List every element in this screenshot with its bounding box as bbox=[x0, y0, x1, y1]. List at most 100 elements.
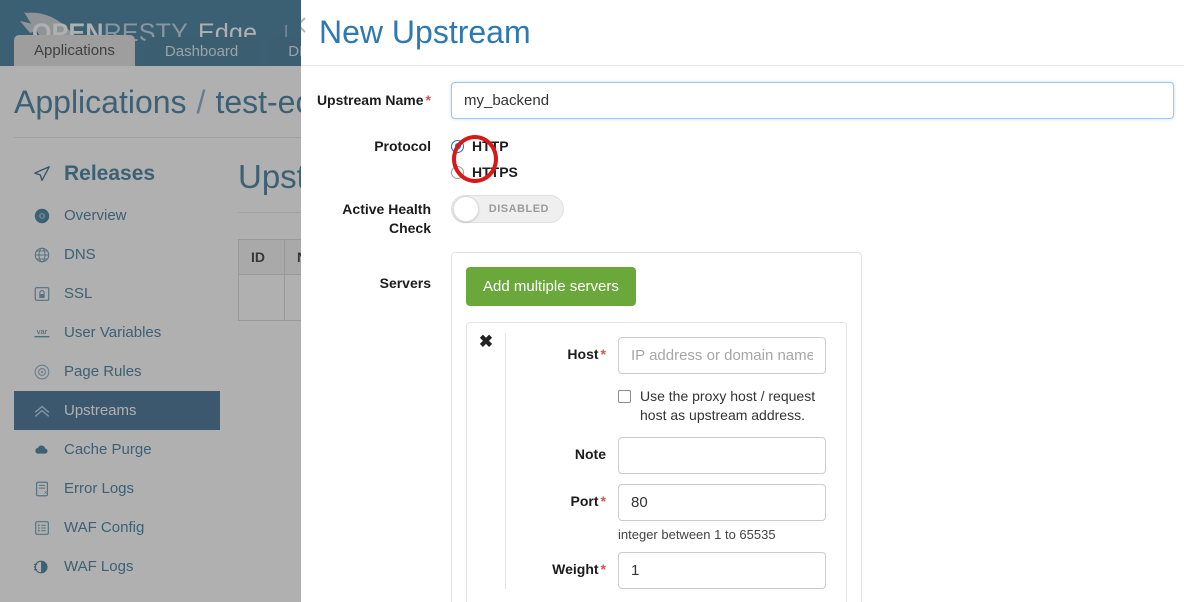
var-icon: var bbox=[32, 323, 52, 343]
sidebar-item-page-rules[interactable]: Page Rules bbox=[14, 352, 220, 391]
close-icon bbox=[301, 14, 309, 36]
port-label-text: Port bbox=[570, 493, 599, 509]
breadcrumb-separator: / bbox=[196, 84, 206, 120]
field-row-host: Host * bbox=[506, 337, 836, 374]
field-row-weight: Weight * bbox=[506, 552, 836, 589]
lock-certificate-icon bbox=[32, 284, 52, 304]
sidebar-item-cache-purge[interactable]: Cache Purge bbox=[14, 430, 220, 469]
sidebar-item-releases[interactable]: Releases bbox=[14, 152, 220, 196]
field-row-proxy-host-checkbox: Use the proxy host / request host as ups… bbox=[506, 384, 836, 427]
sidebar-item-upstreams[interactable]: Upstreams bbox=[14, 391, 220, 430]
toggle-knob bbox=[453, 196, 479, 222]
sidebar-label-error-logs: Error Logs bbox=[64, 480, 135, 497]
modal-close-button[interactable] bbox=[301, 2, 319, 48]
note-control bbox=[618, 437, 836, 474]
globe-icon bbox=[32, 245, 52, 265]
protocol-option-http[interactable]: HTTP bbox=[451, 133, 1174, 159]
servers-label: Servers bbox=[379, 275, 431, 291]
document-error-icon: x bbox=[32, 479, 52, 499]
port-hint: integer between 1 to 65535 bbox=[618, 527, 776, 542]
host-control bbox=[618, 337, 836, 374]
weight-input[interactable] bbox=[618, 552, 826, 589]
servers-box: Add multiple servers ✖ Host * IP address… bbox=[451, 252, 862, 602]
port-input[interactable] bbox=[618, 484, 826, 521]
sidebar-label-overview: Overview bbox=[64, 207, 127, 224]
list-config-icon bbox=[32, 518, 52, 538]
active-health-check-toggle[interactable]: DISABLED bbox=[451, 195, 564, 223]
breadcrumb-current: test-ec bbox=[215, 84, 312, 120]
toggle-state-label: DISABLED bbox=[488, 203, 549, 215]
target-icon bbox=[32, 362, 52, 382]
sidebar-label-waf-config: WAF Config bbox=[64, 519, 145, 536]
port-control: integer between 1 to 65535 bbox=[618, 484, 836, 542]
servers-control: Add multiple servers ✖ Host * IP address… bbox=[451, 252, 1184, 602]
sidebar-label-waf-logs: WAF Logs bbox=[64, 558, 134, 575]
proxy-host-checkbox-row[interactable]: Use the proxy host / request host as ups… bbox=[618, 384, 826, 427]
protocol-label: Protocol bbox=[374, 138, 431, 154]
paper-plane-icon bbox=[32, 164, 52, 184]
cloud-icon bbox=[32, 440, 52, 460]
server-entry-fields: Host * IP address or domain name Use the… bbox=[505, 333, 836, 589]
host-label-text: Host bbox=[567, 346, 599, 362]
proxy-host-spacer bbox=[506, 384, 618, 393]
active-health-check-control: DISABLED bbox=[451, 195, 1184, 228]
remove-server-button[interactable]: ✖ bbox=[467, 323, 505, 361]
radio-http-icon[interactable] bbox=[451, 139, 464, 153]
sidebar-label-user-variables: User Variables bbox=[64, 324, 162, 341]
proxy-host-control: Use the proxy host / request host as ups… bbox=[618, 384, 836, 427]
field-row-upstream-name: Upstream Name * bbox=[301, 82, 1184, 119]
port-required-marker: * bbox=[600, 493, 606, 509]
sidebar-item-waf-config[interactable]: WAF Config bbox=[14, 508, 220, 547]
note-input[interactable] bbox=[618, 437, 826, 474]
field-row-note: Note bbox=[506, 437, 836, 474]
breadcrumb-root[interactable]: Applications bbox=[14, 84, 187, 120]
waf-logs-icon bbox=[32, 557, 52, 577]
close-x-icon: ✖ bbox=[478, 332, 494, 351]
sidebar-nav: Releases Overview DNS SSL var User Varia… bbox=[14, 138, 220, 586]
sidebar-item-dns[interactable]: DNS bbox=[14, 235, 220, 274]
upstream-name-input[interactable] bbox=[451, 82, 1174, 119]
table-cell-id bbox=[238, 274, 285, 321]
add-multiple-servers-button[interactable]: Add multiple servers bbox=[466, 267, 636, 306]
tab-applications[interactable]: Applications bbox=[14, 35, 135, 66]
protocol-control: HTTP HTTPS bbox=[451, 133, 1184, 185]
active-health-check-label: Active Health Check bbox=[301, 195, 451, 238]
field-row-port: Port* integer between 1 to 65535 bbox=[506, 484, 836, 542]
ahc-label-line1: Active Health bbox=[342, 201, 431, 217]
new-upstream-modal: New Upstream Upstream Name* Protocol HTT… bbox=[301, 0, 1184, 602]
field-row-protocol: Protocol HTTP HTTPS bbox=[301, 133, 1184, 185]
radio-https-icon[interactable] bbox=[451, 165, 464, 179]
app-root: OPENRESTY Edge | Lice Applications Dashb… bbox=[0, 0, 1184, 602]
sidebar-item-ssl[interactable]: SSL bbox=[14, 274, 220, 313]
sidebar-label-releases: Releases bbox=[64, 162, 156, 185]
sidebar-label-page-rules: Page Rules bbox=[64, 363, 142, 380]
sidebar-item-waf-logs[interactable]: WAF Logs bbox=[14, 547, 220, 586]
tab-dashboard[interactable]: Dashboard bbox=[144, 37, 259, 66]
modal-title: New Upstream bbox=[319, 14, 531, 50]
host-input[interactable] bbox=[618, 337, 826, 374]
sidebar-item-user-variables[interactable]: var User Variables bbox=[14, 313, 220, 352]
note-label: Note bbox=[574, 446, 606, 462]
sidebar-item-error-logs[interactable]: x Error Logs bbox=[14, 469, 220, 508]
field-row-active-health-check: Active Health Check DISABLED bbox=[301, 195, 1184, 238]
upstream-name-control bbox=[451, 82, 1184, 119]
upstream-form: Upstream Name* Protocol HTTP HTTPS bbox=[301, 66, 1184, 602]
proxy-host-checkbox-icon[interactable] bbox=[618, 390, 631, 403]
weight-required-marker: * bbox=[600, 561, 606, 577]
sidebar-label-dns: DNS bbox=[64, 246, 96, 263]
weight-label-text: Weight bbox=[552, 561, 599, 577]
sidebar-item-overview[interactable]: Overview bbox=[14, 196, 220, 235]
protocol-https-label: HTTPS bbox=[472, 164, 518, 180]
field-row-servers: Servers Add multiple servers ✖ Host * IP… bbox=[301, 252, 1184, 602]
upstream-name-label-text: Upstream Name bbox=[316, 92, 424, 108]
required-marker: * bbox=[425, 92, 431, 108]
port-label: Port * bbox=[506, 484, 618, 509]
table-col-id[interactable]: ID bbox=[238, 239, 285, 275]
sidebar-label-upstreams: Upstreams bbox=[64, 402, 137, 419]
chevrons-up-icon bbox=[32, 401, 52, 421]
host-required-marker: * bbox=[600, 346, 606, 362]
sidebar-label-ssl: SSL bbox=[64, 285, 93, 302]
sidebar-label-cache-purge: Cache Purge bbox=[64, 441, 152, 458]
protocol-option-https[interactable]: HTTPS bbox=[451, 159, 1174, 185]
ahc-label-line2: Check bbox=[388, 220, 431, 236]
